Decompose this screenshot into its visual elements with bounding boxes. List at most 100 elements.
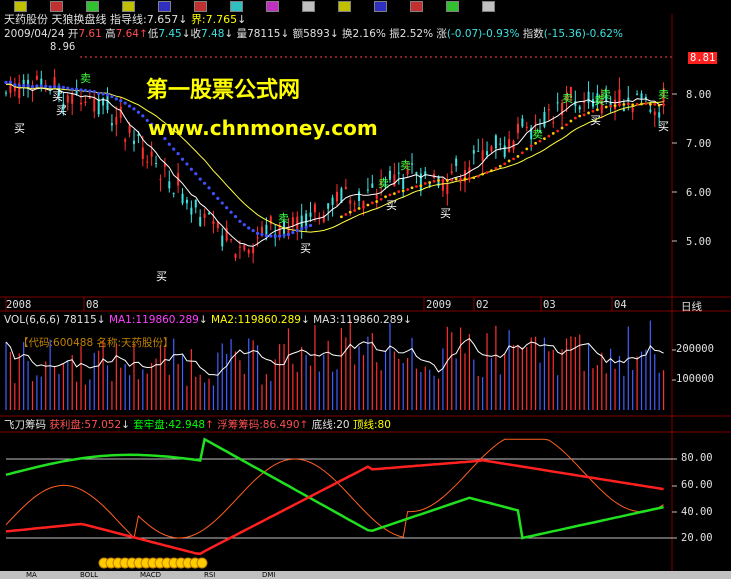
change-value: (-0.07)-0.93% [446, 28, 520, 40]
candle-body [481, 150, 484, 161]
arrow-up-icon: ↑ [205, 419, 214, 431]
channel-dot [415, 185, 418, 188]
toolbar-icon[interactable] [230, 1, 243, 12]
sell-signal: 卖 [278, 212, 289, 225]
candle-body [353, 203, 356, 205]
ma2-label: MA2: [211, 314, 238, 326]
channel-dot [631, 103, 635, 107]
trapped-label: 套牢盘: [133, 419, 169, 431]
candle-body [252, 247, 255, 254]
toolbar-icon[interactable] [122, 1, 135, 12]
candle-body [455, 158, 458, 166]
guide-dot [35, 84, 39, 88]
turnover-value: 2.16% [352, 28, 386, 40]
candle-body [185, 199, 188, 204]
trapped-line [5, 437, 664, 540]
tab-ma[interactable]: MA [26, 571, 37, 579]
toolbar-icon[interactable] [266, 1, 279, 12]
toolbar-icon[interactable] [86, 1, 99, 12]
candle-body [35, 75, 38, 80]
vol-value: 78115 [247, 28, 281, 40]
channel-dot [662, 103, 665, 107]
tab-boll[interactable]: BOLL [80, 571, 98, 579]
candle-body [128, 125, 131, 133]
quote-date: 2009/04/24 [4, 28, 65, 40]
low-value: 7.45 [158, 28, 182, 40]
guide-dot [282, 233, 286, 237]
candle-body [238, 246, 241, 248]
guide-dot [110, 94, 114, 99]
stock-info: 【代码:600488 名称:天药股份】 [18, 337, 174, 349]
candle-body [534, 122, 537, 124]
guide-dot [225, 206, 229, 210]
toolbar-icon[interactable] [302, 1, 315, 12]
candle-body [331, 197, 334, 206]
toolbar-icon[interactable] [14, 1, 27, 12]
candle-body [415, 172, 418, 174]
ma2-value: 119860.289 [237, 314, 301, 326]
guide-dot [291, 231, 295, 235]
channel-dot [534, 141, 537, 145]
candle-body [388, 170, 391, 180]
tab-macd[interactable]: MACD [140, 571, 161, 579]
candle-body [172, 193, 175, 195]
amount-value: 5893 [303, 28, 330, 40]
arrow-down-icon: ↓ [300, 314, 310, 326]
channel-dot [626, 102, 630, 106]
vol-tick: 200000 [676, 343, 714, 355]
channel-dot [428, 181, 432, 184]
arrow-down-icon: ↓ [96, 314, 106, 326]
feidao-tick: 40.00 [681, 506, 713, 518]
period-label[interactable]: 日线 [681, 299, 702, 314]
sell-signal: 卖 [532, 128, 543, 141]
time-label: 04 [614, 299, 627, 311]
guide-dot [176, 152, 180, 156]
toolbar-icon[interactable] [374, 1, 387, 12]
open-value: 7.61 [78, 28, 102, 40]
channel-dot [573, 116, 577, 120]
volume-header: VOL(6,6,6) 78115↓ MA1:119860.289↓ MA2:11… [4, 314, 412, 326]
toolbar-icon[interactable] [446, 1, 459, 12]
toolbar-icon[interactable] [410, 1, 423, 12]
guide-dot [185, 162, 189, 166]
candle-body [84, 101, 87, 104]
guide-dot [30, 85, 35, 89]
candle-body [371, 183, 374, 188]
price-tick: 7.00 [686, 138, 712, 150]
guide-dot [4, 80, 8, 84]
jie-value: 7.765 [205, 13, 238, 26]
vol-tick: 100000 [676, 373, 714, 385]
buy-signal: 买 [156, 270, 167, 283]
toolbar-icon[interactable] [338, 1, 351, 12]
stock-chart[interactable] [0, 0, 731, 579]
toolbar-icon[interactable] [194, 1, 207, 12]
last-price-marker: 8.81 [688, 52, 718, 64]
candle-body [5, 92, 7, 94]
guide-dot [255, 231, 260, 235]
candle-body [203, 213, 206, 218]
channel-dot [503, 162, 507, 166]
guide-dot [308, 223, 313, 228]
ma-yellow-line [5, 83, 664, 233]
bottom-value: 20 [336, 419, 350, 431]
toolbar-icon[interactable] [158, 1, 171, 12]
guide-dot [180, 157, 185, 161]
arrow-up-icon: ↑ [299, 419, 309, 431]
channel-dot [512, 157, 515, 161]
candle-body [243, 244, 246, 250]
float-value: 86.490 [262, 419, 300, 431]
toolbar-icon[interactable] [482, 1, 495, 12]
jie-label: 界: [190, 13, 206, 26]
toolbar-icon[interactable] [50, 1, 63, 12]
tab-rsi[interactable]: RSI [204, 571, 215, 579]
candle-body [503, 145, 506, 157]
candle-body [155, 162, 158, 164]
guide-dot [22, 84, 26, 88]
guide-dot [251, 229, 255, 233]
tab-dmi[interactable]: DMI [262, 571, 276, 579]
channel-dot [490, 169, 493, 173]
arrow-down-icon: ↓ [329, 28, 339, 40]
channel-dot [362, 205, 365, 209]
candle-body [556, 102, 559, 104]
candle-body [543, 111, 546, 127]
